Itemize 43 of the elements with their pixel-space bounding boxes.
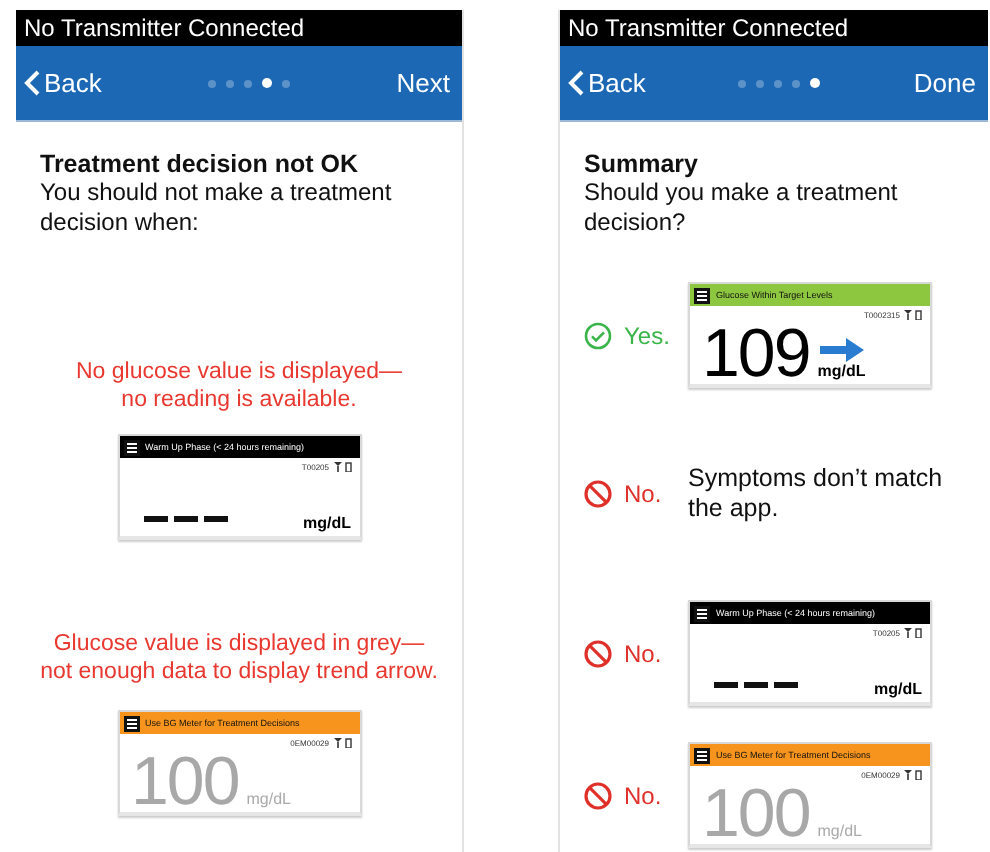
section-subtitle: Should you make a treatment decision?: [584, 178, 900, 238]
chevron-left-icon: [24, 70, 40, 96]
section-title: Treatment decision not OK: [40, 150, 361, 178]
unit-label: mg/dL: [246, 790, 291, 808]
unit-label: mg/dL: [817, 362, 866, 380]
verdict-label: No.: [624, 639, 662, 667]
no-reading-dashes: [714, 682, 798, 688]
glucose-value: 109: [702, 324, 810, 384]
verdict-text: Symptoms don’t match the app.: [688, 464, 945, 524]
menu-icon: [694, 605, 710, 621]
nav-action-button[interactable]: Done: [913, 68, 976, 98]
no-reading-dashes: [143, 516, 227, 522]
warning-caption: No glucose value is displayed— no reading is available.: [73, 358, 404, 414]
status-bar: No Transmitter Connected: [560, 10, 988, 46]
section-title: Summary: [584, 150, 700, 178]
back-button[interactable]: Back: [24, 68, 102, 98]
menu-icon: [694, 747, 710, 763]
unit-label: mg/dL: [303, 514, 351, 532]
prohibited-icon: [584, 480, 612, 508]
check-circle-icon: [584, 321, 612, 349]
status-bar: No Transmitter Connected: [16, 10, 462, 46]
back-button[interactable]: Back: [568, 68, 646, 98]
verdict-label: Yes.: [624, 321, 670, 349]
menu-icon: [694, 287, 710, 303]
verdict-label: No.: [624, 480, 662, 508]
signal-battery-icon: [904, 770, 922, 780]
nav-action-button[interactable]: Next: [396, 68, 450, 98]
glucose-value: 100: [702, 784, 810, 844]
signal-battery-icon: [904, 310, 922, 320]
unit-label: mg/dL: [874, 680, 922, 698]
signal-battery-icon: [333, 462, 351, 472]
warning-caption: Glucose value is displayed in grey— not enough data to display trend arrow.: [40, 630, 438, 686]
menu-icon: [123, 715, 139, 731]
section-subtitle: You should not make a treatment decision when:: [40, 178, 394, 238]
verdict-label: No.: [624, 781, 662, 809]
prohibited-icon: [584, 781, 612, 809]
chevron-left-icon: [568, 70, 584, 96]
prohibited-icon: [584, 639, 612, 667]
signal-battery-icon: [333, 738, 351, 748]
glucose-value: 100: [131, 752, 239, 812]
signal-battery-icon: [904, 628, 922, 638]
menu-icon: [123, 439, 139, 455]
unit-label: mg/dL: [817, 822, 862, 840]
